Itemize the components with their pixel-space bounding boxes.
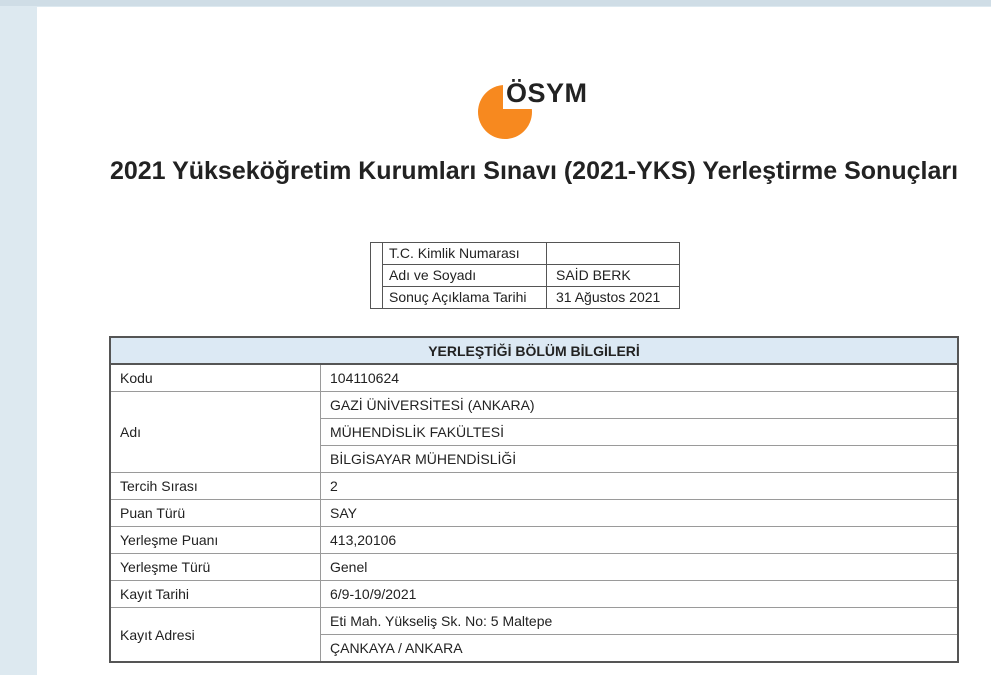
table-row: Kodu 104110624 (109, 363, 959, 392)
placement-score-label: Yerleşme Puanı (109, 526, 321, 554)
name-value: SAİD BERK (546, 264, 680, 287)
page-title: 2021 Yükseköğretim Kurumları Sınavı (202… (109, 157, 959, 185)
table-row: Kayıt Tarihi 6/9-10/9/2021 (109, 580, 959, 608)
department-name: BİLGİSAYAR MÜHENDİSLİĞİ (320, 445, 959, 473)
tc-label: T.C. Kimlik Numarası (382, 242, 547, 265)
placement-type-value: Genel (320, 553, 959, 581)
address-line-1: Eti Mah. Yükseliş Sk. No: 5 Maltepe (320, 607, 959, 635)
osym-logo: ÖSYM (478, 77, 618, 139)
address-line-2: ÇANKAYA / ANKARA (320, 634, 959, 663)
table-row: Kayıt Adresi Eti Mah. Yükseliş Sk. No: 5… (109, 607, 959, 663)
table-row: Sonuç Açıklama Tarihi 31 Ağustos 2021 (371, 286, 680, 309)
tc-value (546, 242, 680, 265)
registration-date-value: 6/9-10/9/2021 (320, 580, 959, 608)
score-type-value: SAY (320, 499, 959, 527)
code-value: 104110624 (320, 363, 959, 392)
registration-address-label: Kayıt Adresi (109, 607, 321, 663)
university-name: GAZİ ÜNİVERSİTESİ (ANKARA) (320, 391, 959, 419)
placement-type-label: Yerleşme Türü (109, 553, 321, 581)
table-row: Adı ve Soyadı SAİD BERK (371, 264, 680, 287)
candidate-info-table: T.C. Kimlik Numarası Adı ve Soyadı SAİD … (370, 242, 680, 309)
table-header-row: YERLEŞTİĞİ BÖLÜM BİLGİLERİ (109, 336, 959, 365)
table-row: Yerleşme Türü Genel (109, 553, 959, 581)
preference-value: 2 (320, 472, 959, 500)
name-label: Adı ve Soyadı (382, 264, 547, 287)
score-type-label: Puan Türü (109, 499, 321, 527)
faculty-name: MÜHENDİSLİK FAKÜLTESİ (320, 418, 959, 446)
placement-header: YERLEŞTİĞİ BÖLÜM BİLGİLERİ (109, 336, 959, 365)
table-row: Tercih Sırası 2 (109, 472, 959, 500)
registration-date-label: Kayıt Tarihi (109, 580, 321, 608)
top-strip (0, 0, 991, 6)
table-row: Yerleşme Puanı 413,20106 (109, 526, 959, 554)
result-date-value: 31 Ağustos 2021 (546, 286, 680, 309)
placement-score-value: 413,20106 (320, 526, 959, 554)
table-row: T.C. Kimlik Numarası (370, 242, 680, 309)
program-name-label: Adı (109, 391, 321, 473)
placement-table: YERLEŞTİĞİ BÖLÜM BİLGİLERİ Kodu 10411062… (109, 336, 959, 663)
table-row: Adı GAZİ ÜNİVERSİTESİ (ANKARA) (109, 391, 959, 473)
preference-label: Tercih Sırası (109, 472, 321, 500)
table-row: Puan Türü SAY (109, 499, 959, 527)
info-spacer (370, 242, 383, 309)
result-date-label: Sonuç Açıklama Tarihi (382, 286, 547, 309)
document-page: ÖSYM 2021 Yükseköğretim Kurumları Sınavı… (37, 7, 991, 675)
logo-text: ÖSYM (503, 77, 590, 109)
code-label: Kodu (109, 363, 321, 392)
